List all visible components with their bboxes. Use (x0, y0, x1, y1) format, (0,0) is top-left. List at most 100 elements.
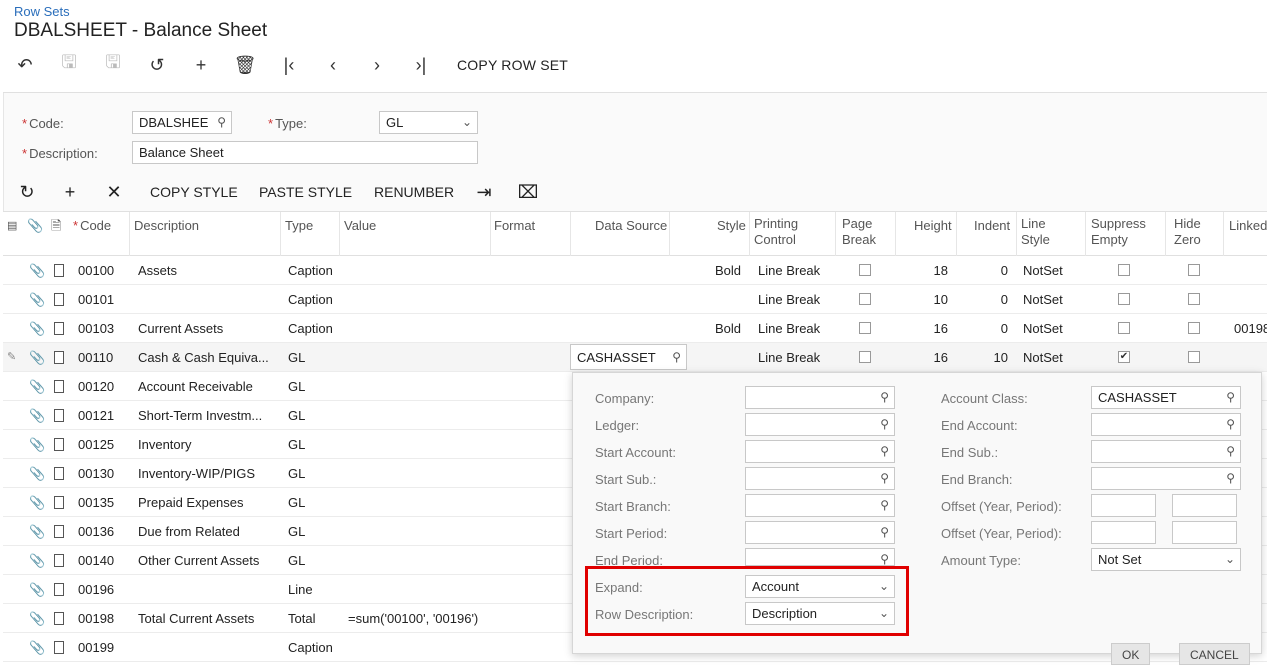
cell-printing-control[interactable]: Line Break (758, 350, 820, 365)
note-icon[interactable] (54, 409, 64, 422)
offset-start-period-field[interactable] (1172, 494, 1237, 517)
cell-type[interactable]: GL (288, 379, 338, 394)
start-period-field[interactable]: ⚲ (745, 521, 895, 544)
note-icon[interactable] (54, 554, 64, 567)
description-field[interactable]: Balance Sheet (132, 141, 478, 164)
search-icon[interactable]: ⚲ (880, 390, 889, 404)
ledger-field[interactable]: ⚲ (745, 413, 895, 436)
cell-type[interactable]: Caption (288, 263, 338, 278)
cell-description[interactable]: Short-Term Investm... (138, 408, 278, 423)
offset-end-period-field[interactable] (1172, 521, 1237, 544)
cell-code[interactable]: 00130 (78, 466, 128, 481)
cell-style[interactable]: Bold (683, 321, 741, 336)
col-style[interactable]: Style (717, 218, 746, 234)
search-icon[interactable]: ⚲ (1226, 390, 1235, 404)
cell-indent[interactable]: 10 (958, 350, 1008, 365)
cell-printing-control[interactable]: Line Break (758, 263, 820, 278)
next-icon[interactable]: › (365, 55, 389, 75)
cell-height[interactable]: 16 (898, 350, 948, 365)
cell-type[interactable]: GL (288, 408, 338, 423)
note-icon[interactable] (54, 438, 64, 451)
search-icon[interactable]: ⚲ (880, 525, 889, 539)
col-linked[interactable]: Linked (1229, 218, 1267, 234)
cell-code[interactable]: 00136 (78, 524, 128, 539)
copy-row-set-button[interactable]: COPY ROW SET (457, 57, 568, 73)
cell-description[interactable]: Inventory-WIP/PIGS (138, 466, 278, 481)
save-icon[interactable]: 🖫 (101, 52, 125, 75)
offset-start-year-field[interactable] (1091, 494, 1156, 517)
fit-columns-icon[interactable]: ⇥ (473, 182, 495, 202)
cell-line-style[interactable]: NotSet (1023, 321, 1063, 336)
cell-code[interactable]: 00198 (78, 611, 128, 626)
cell-line-style[interactable]: NotSet (1023, 292, 1063, 307)
search-icon[interactable]: ⚲ (880, 498, 889, 512)
cell-type[interactable]: GL (288, 350, 338, 365)
cell-code[interactable]: 00121 (78, 408, 128, 423)
attach-icon[interactable]: 📎 (29, 408, 45, 424)
cell-description[interactable]: Prepaid Expenses (138, 495, 278, 510)
col-line-style[interactable]: Line Style (1021, 216, 1050, 248)
table-row[interactable]: 📎 00100 Assets Caption Bold Line Break 18 0 NotS… (3, 256, 1267, 285)
cell-description[interactable]: Current Assets (138, 321, 278, 336)
hide-zero-checkbox[interactable] (1188, 293, 1200, 305)
search-icon[interactable]: ⚲ (1226, 417, 1235, 431)
col-hide-zero[interactable]: Hide Zero (1174, 216, 1201, 248)
attach-icon[interactable]: 📎 (29, 524, 45, 540)
col-type[interactable]: Type (285, 218, 313, 234)
cell-type[interactable]: Caption (288, 292, 338, 307)
cell-code[interactable]: 00140 (78, 553, 128, 568)
note-icon[interactable] (54, 322, 64, 335)
col-description[interactable]: Description (134, 218, 199, 234)
cell-description[interactable]: Cash & Cash Equiva... (138, 350, 278, 365)
col-format[interactable]: Format (494, 218, 535, 234)
cell-description[interactable]: Assets (138, 263, 278, 278)
settings-icon[interactable]: ▤ (7, 218, 17, 234)
table-row[interactable]: ✎ 📎 00110 Cash & Cash Equiva... GL CASHASSET ⚲… (3, 343, 1267, 372)
cell-description[interactable]: Other Current Assets (138, 553, 278, 568)
note-icon[interactable] (54, 293, 64, 306)
delete-row-icon[interactable]: ✕ (103, 182, 125, 202)
start-sub-field[interactable]: ⚲ (745, 467, 895, 490)
search-icon[interactable]: ⚲ (880, 471, 889, 485)
last-icon[interactable]: ›| (409, 55, 433, 75)
suppress-empty-checkbox[interactable] (1118, 293, 1130, 305)
cell-type[interactable]: Line (288, 582, 338, 597)
cell-data-source[interactable]: CASHASSET ⚲ (570, 344, 687, 370)
note-icon[interactable] (54, 612, 64, 625)
attach-icon[interactable]: 📎 (29, 350, 45, 366)
cell-line-style[interactable]: NotSet (1023, 263, 1063, 278)
add-icon[interactable]: + (189, 55, 213, 75)
cell-value[interactable]: =sum('00100', '00196') (348, 611, 548, 626)
cell-code[interactable]: 00125 (78, 437, 128, 452)
col-suppress-empty[interactable]: Suppress Empty (1091, 216, 1146, 248)
note-icon[interactable] (54, 496, 64, 509)
cell-code[interactable]: 00110 (78, 350, 128, 365)
suppress-empty-checkbox[interactable] (1118, 322, 1130, 334)
attach-icon[interactable]: 📎 (29, 292, 45, 308)
cell-printing-control[interactable]: Line Break (758, 321, 820, 336)
cell-type[interactable]: Caption (288, 321, 338, 336)
attach-icon[interactable]: 📎 (29, 263, 45, 279)
code-field[interactable]: DBALSHEE ⚲ (132, 111, 232, 134)
start-branch-field[interactable]: ⚲ (745, 494, 895, 517)
cell-code[interactable]: 00103 (78, 321, 128, 336)
cell-type[interactable]: Total (288, 611, 338, 626)
note-icon[interactable] (54, 380, 64, 393)
note-icon[interactable] (54, 641, 64, 654)
page-break-checkbox[interactable] (859, 264, 871, 276)
cell-printing-control[interactable]: Line Break (758, 292, 820, 307)
cell-type[interactable]: GL (288, 524, 338, 539)
cell-description[interactable]: Due from Related (138, 524, 278, 539)
export-excel-icon[interactable]: ⌧ (517, 182, 539, 202)
note-icon[interactable] (54, 264, 64, 277)
hide-zero-checkbox[interactable] (1188, 351, 1200, 363)
col-value[interactable]: Value (344, 218, 376, 234)
paste-style-button[interactable]: PASTE STYLE (259, 184, 352, 204)
cell-code[interactable]: 00101 (78, 292, 128, 307)
offset-end-year-field[interactable] (1091, 521, 1156, 544)
ok-button[interactable]: OK (1111, 643, 1151, 665)
attach-icon[interactable]: 📎 (29, 611, 45, 627)
cell-height[interactable]: 16 (898, 321, 948, 336)
amount-type-select[interactable]: Not Set ⌄ (1091, 548, 1241, 571)
attach-icon[interactable]: 📎 (29, 321, 45, 337)
